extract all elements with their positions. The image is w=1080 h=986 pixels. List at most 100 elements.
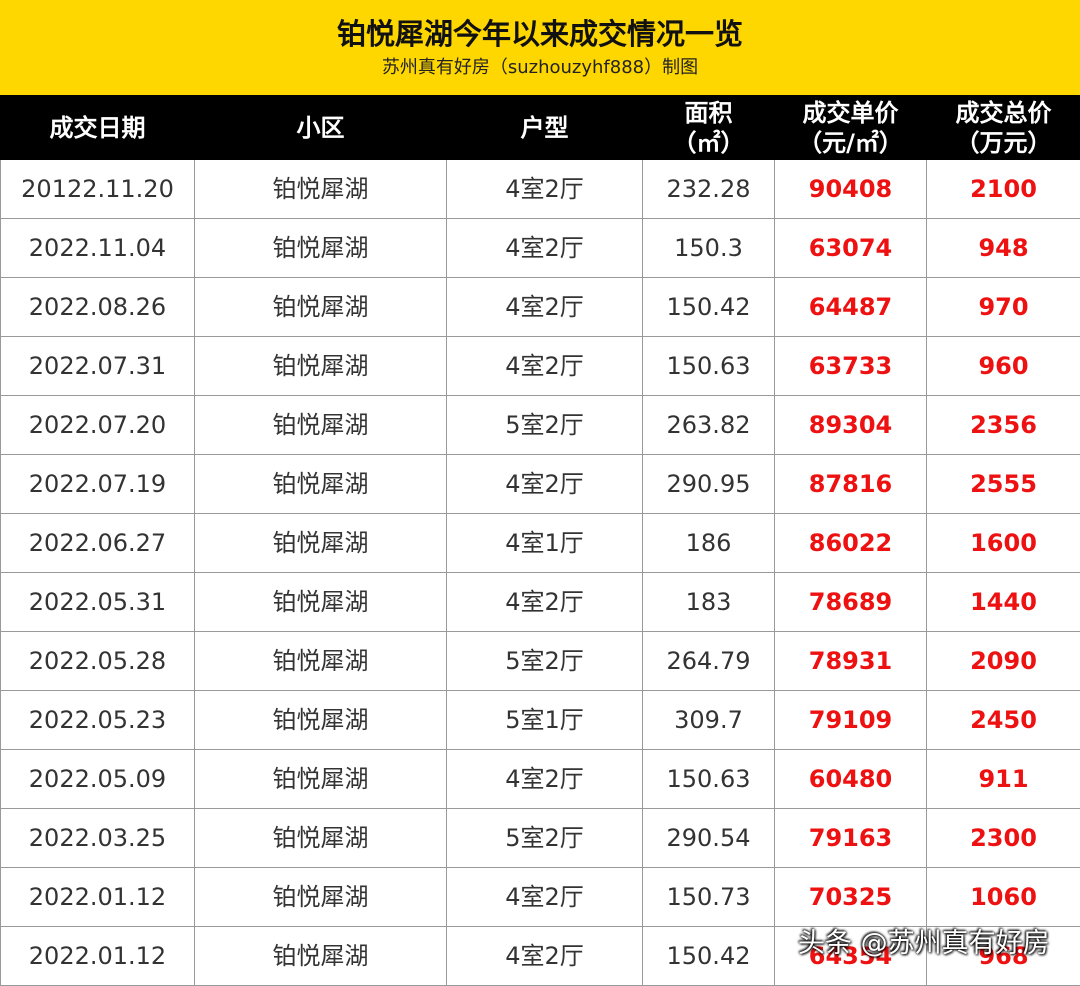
cell-date: 2022.05.31 [1, 573, 195, 632]
table-row: 2022.05.23铂悦犀湖5室1厅309.7791092450 [1, 691, 1080, 750]
header-date: 成交日期 [1, 96, 195, 160]
cell-date: 2022.07.31 [1, 337, 195, 396]
table-row: 2022.06.27铂悦犀湖4室1厅186860221600 [1, 514, 1080, 573]
page-subtitle: 苏州真有好房（suzhouzyhf888）制图 [0, 56, 1080, 80]
header-area-unit: （㎡） [673, 129, 745, 157]
header-unit-price-label: 成交单价 [803, 99, 899, 127]
cell-community: 铂悦犀湖 [195, 514, 447, 573]
cell-layout: 5室1厅 [447, 691, 643, 750]
cell-area: 263.82 [643, 396, 775, 455]
cell-community: 铂悦犀湖 [195, 691, 447, 750]
header-community: 小区 [195, 96, 447, 160]
cell-layout: 4室2厅 [447, 750, 643, 809]
table-row: 2022.05.09铂悦犀湖4室2厅150.6360480911 [1, 750, 1080, 809]
cell-total-price: 2090 [927, 632, 1080, 691]
watermark: 头条 @苏州真有好房 [798, 922, 1070, 966]
table-row: 2022.07.19铂悦犀湖4室2厅290.95878162555 [1, 455, 1080, 514]
cell-unit-price: 89304 [775, 396, 927, 455]
header-unit-price: 成交单价（元/㎡） [775, 96, 927, 160]
header-community-label: 小区 [297, 114, 345, 142]
table-body: 20122.11.20铂悦犀湖4室2厅232.289040821002022.1… [1, 160, 1080, 986]
cell-layout: 4室2厅 [447, 927, 643, 986]
cell-area: 264.79 [643, 632, 775, 691]
cell-date: 2022.07.20 [1, 396, 195, 455]
cell-layout: 5室2厅 [447, 809, 643, 868]
cell-area: 290.95 [643, 455, 775, 514]
cell-total-price: 960 [927, 337, 1080, 396]
cell-community: 铂悦犀湖 [195, 927, 447, 986]
cell-community: 铂悦犀湖 [195, 278, 447, 337]
cell-unit-price: 63733 [775, 337, 927, 396]
cell-unit-price: 63074 [775, 219, 927, 278]
header-layout-label: 户型 [521, 114, 569, 142]
cell-layout: 5室2厅 [447, 632, 643, 691]
cell-unit-price: 87816 [775, 455, 927, 514]
cell-date: 2022.05.23 [1, 691, 195, 750]
header-date-label: 成交日期 [50, 114, 146, 142]
cell-total-price: 970 [927, 278, 1080, 337]
cell-area: 150.63 [643, 750, 775, 809]
cell-area: 290.54 [643, 809, 775, 868]
header-unit-price-unit: （元/㎡） [798, 129, 903, 157]
cell-date: 2022.07.19 [1, 455, 195, 514]
cell-layout: 4室2厅 [447, 278, 643, 337]
table-row: 2022.07.20铂悦犀湖5室2厅263.82893042356 [1, 396, 1080, 455]
table-row: 20122.11.20铂悦犀湖4室2厅232.28904082100 [1, 160, 1080, 219]
table-row: 2022.03.25铂悦犀湖5室2厅290.54791632300 [1, 809, 1080, 868]
table-header: 成交日期 小区 户型 面积（㎡） 成交单价（元/㎡） 成交总价（万元） [1, 96, 1080, 160]
cell-area: 150.63 [643, 337, 775, 396]
cell-community: 铂悦犀湖 [195, 455, 447, 514]
header-total-price-unit: （万元） [956, 129, 1052, 157]
cell-area: 309.7 [643, 691, 775, 750]
cell-area: 150.3 [643, 219, 775, 278]
cell-total-price: 2100 [927, 160, 1080, 219]
table-row: 2022.08.26铂悦犀湖4室2厅150.4264487970 [1, 278, 1080, 337]
cell-community: 铂悦犀湖 [195, 573, 447, 632]
cell-layout: 4室2厅 [447, 160, 643, 219]
cell-community: 铂悦犀湖 [195, 337, 447, 396]
header-area-label: 面积 [685, 99, 733, 127]
header-row: 成交日期 小区 户型 面积（㎡） 成交单价（元/㎡） 成交总价（万元） [1, 96, 1080, 160]
cell-community: 铂悦犀湖 [195, 868, 447, 927]
cell-unit-price: 70325 [775, 868, 927, 927]
header-total-price: 成交总价（万元） [927, 96, 1080, 160]
cell-community: 铂悦犀湖 [195, 632, 447, 691]
table-row: 2022.11.04铂悦犀湖4室2厅150.363074948 [1, 219, 1080, 278]
cell-date: 2022.05.09 [1, 750, 195, 809]
cell-unit-price: 86022 [775, 514, 927, 573]
cell-area: 150.42 [643, 278, 775, 337]
cell-layout: 5室2厅 [447, 396, 643, 455]
cell-date: 20122.11.20 [1, 160, 195, 219]
cell-date: 2022.05.28 [1, 632, 195, 691]
table-row: 2022.05.31铂悦犀湖4室2厅183786891440 [1, 573, 1080, 632]
cell-community: 铂悦犀湖 [195, 396, 447, 455]
cell-area: 150.73 [643, 868, 775, 927]
cell-date: 2022.08.26 [1, 278, 195, 337]
cell-unit-price: 79109 [775, 691, 927, 750]
cell-total-price: 911 [927, 750, 1080, 809]
cell-total-price: 948 [927, 219, 1080, 278]
cell-community: 铂悦犀湖 [195, 219, 447, 278]
cell-unit-price: 64487 [775, 278, 927, 337]
cell-layout: 4室2厅 [447, 573, 643, 632]
page-title: 铂悦犀湖今年以来成交情况一览 [0, 14, 1080, 54]
cell-unit-price: 90408 [775, 160, 927, 219]
cell-date: 2022.11.04 [1, 219, 195, 278]
cell-layout: 4室2厅 [447, 337, 643, 396]
cell-area: 186 [643, 514, 775, 573]
cell-total-price: 2555 [927, 455, 1080, 514]
cell-total-price: 2450 [927, 691, 1080, 750]
cell-date: 2022.06.27 [1, 514, 195, 573]
cell-unit-price: 78931 [775, 632, 927, 691]
header-layout: 户型 [447, 96, 643, 160]
cell-area: 232.28 [643, 160, 775, 219]
cell-community: 铂悦犀湖 [195, 750, 447, 809]
cell-total-price: 2356 [927, 396, 1080, 455]
cell-total-price: 2300 [927, 809, 1080, 868]
cell-total-price: 1060 [927, 868, 1080, 927]
table-row: 2022.05.28铂悦犀湖5室2厅264.79789312090 [1, 632, 1080, 691]
cell-community: 铂悦犀湖 [195, 809, 447, 868]
transactions-table: 成交日期 小区 户型 面积（㎡） 成交单价（元/㎡） 成交总价（万元） 2012… [0, 95, 1080, 986]
cell-community: 铂悦犀湖 [195, 160, 447, 219]
header-total-price-label: 成交总价 [956, 99, 1052, 127]
